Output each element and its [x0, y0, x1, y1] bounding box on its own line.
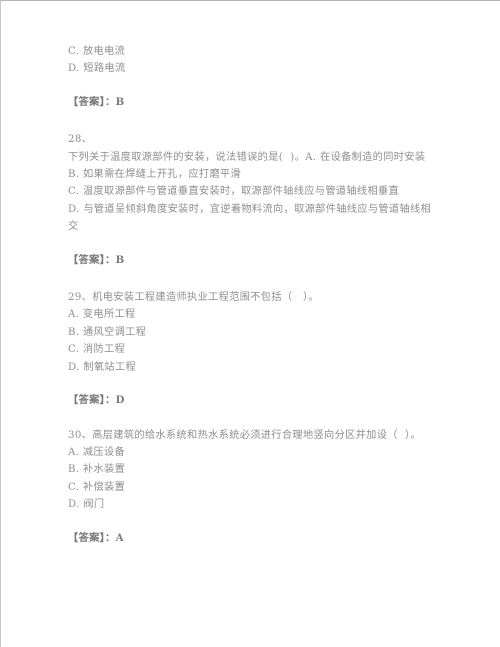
question-stem-text: 高层建筑的给水系统和热水系统必须进行合理地竖向分区并加设（ ）。 [92, 429, 421, 441]
option-item: C. 消防工程 [68, 344, 126, 356]
option-item: D. 与管道呈倾斜角度安装时，宜逆着物料流向，取源部件轴线应与管道轴线相交 [68, 203, 432, 233]
option-item: C. 温度取源部件与管道垂直安装时，取源部件轴线应与管道轴线相垂直 [68, 186, 400, 198]
option-item: D. 短路电流 [68, 63, 126, 75]
question-block-30: 30、高层建筑的给水系统和热水系统必须进行合理地竖向分区并加设（ ）。 A. 减… [68, 427, 434, 547]
question-block-29: 29、机电安装工程建造师执业工程范围不包括（ ）。 A. 变电所工程 B. 通风… [68, 289, 434, 409]
question-stem: 30、高层建筑的给水系统和热水系统必须进行合理地竖向分区并加设（ ）。 [68, 427, 434, 444]
question-stem-text: 机电安装工程建造师执业工程范围不包括（ ）。 [92, 292, 319, 304]
question-block-28: 28、 下列关于温度取源部件的安装，说法错误的是( )。A. 在设备制造的同时安… [68, 131, 434, 269]
option-item: D. 阀门 [68, 499, 105, 511]
option-item: C. 补偿装置 [68, 481, 126, 493]
answer-label: 【答案】：D [68, 394, 125, 407]
question-number: 28、 [68, 134, 93, 146]
document-page: C. 放电电流 D. 短路电流 【答案】：B 28、 下列关于温度取源部件的安装… [0, 0, 500, 647]
option-item: B. 如果需在焊缝上开孔，应打磨平滑 [68, 169, 242, 181]
question-number: 30、 [68, 429, 93, 441]
question-number: 29、 [68, 292, 93, 304]
option-item: B. 补水装置 [68, 464, 126, 476]
answer-label: 【答案】：A [68, 531, 124, 544]
option-item: D. 制氧站工程 [68, 361, 137, 373]
answer-label: 【答案】：B [68, 253, 125, 266]
answer-label: 【答案】：B [68, 95, 125, 108]
option-item: A. 变电所工程 [68, 309, 136, 321]
option-item: A. 减压设备 [68, 446, 126, 458]
question-stem: 29、机电安装工程建造师执业工程范围不包括（ ）。 [68, 289, 434, 306]
option-item: C. 放电电流 [68, 46, 126, 57]
document-content: C. 放电电流 D. 短路电流 【答案】：B 28、 下列关于温度取源部件的安装… [68, 43, 434, 547]
option-item: B. 通风空调工程 [68, 326, 147, 338]
question-stem: 下列关于温度取源部件的安装，说法错误的是( )。A. 在设备制造的同时安装 [68, 151, 426, 163]
carryover-question-block: C. 放电电流 D. 短路电流 【答案】：B [68, 43, 434, 111]
